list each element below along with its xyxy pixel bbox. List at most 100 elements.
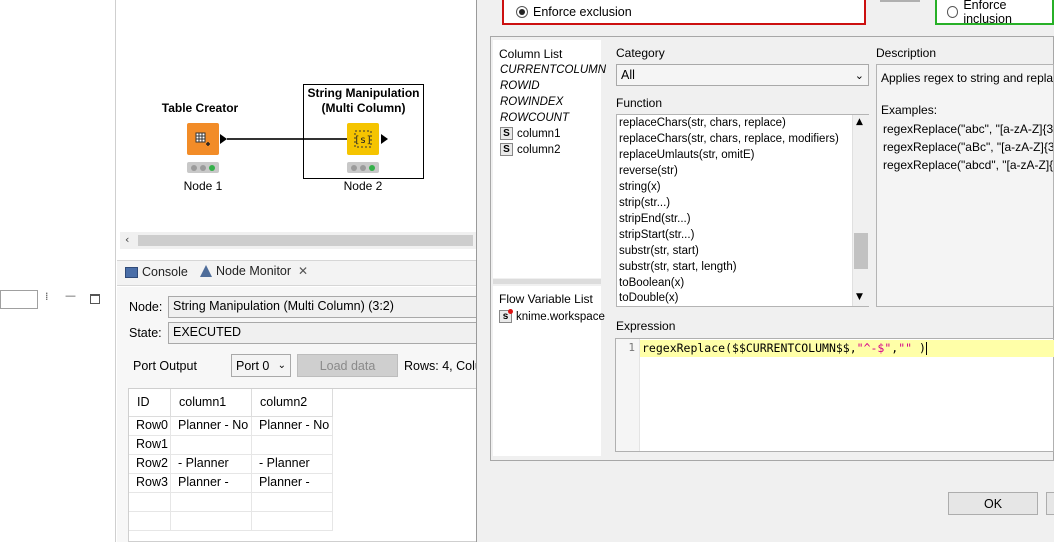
table-row[interactable]: Row3 xyxy=(129,474,171,493)
function-item[interactable]: substr(str, start, length) xyxy=(619,261,737,273)
maximize-icon[interactable] xyxy=(90,294,100,304)
search-input[interactable] xyxy=(0,290,38,309)
scroll-left-icon[interactable]: ‹ xyxy=(125,233,129,246)
function-item[interactable]: string(x) xyxy=(619,181,661,193)
scroll-down-icon[interactable]: ▼ xyxy=(856,292,863,302)
function-item[interactable]: reverse(str) xyxy=(619,165,678,177)
table-row[interactable]: Row2 xyxy=(129,455,171,474)
rows-info: Rows: 4, Colu xyxy=(404,359,482,373)
splitter[interactable] xyxy=(493,279,601,284)
table-row[interactable]: Row1 xyxy=(129,436,171,455)
description-examples-label: Examples: xyxy=(881,103,938,117)
node-label: Node: xyxy=(129,300,163,314)
expression-line[interactable]: regexReplace($$CURRENTCOLUMN$$,"^-$","" … xyxy=(640,340,1054,357)
table-cell[interactable] xyxy=(171,436,252,455)
category-select[interactable]: All ⌄ xyxy=(616,64,869,86)
tab-console-label: Console xyxy=(142,265,188,279)
flow-variable-item[interactable]: s knime.workspace xyxy=(499,309,605,323)
port-select[interactable]: Port 0 ⌄ xyxy=(231,354,291,377)
table-header-id[interactable]: ID xyxy=(129,389,171,417)
string-type-icon: S xyxy=(500,143,513,156)
function-item[interactable]: strip(str...) xyxy=(619,197,670,209)
flow-variable-panel: Flow Variable List s knime.workspace xyxy=(493,286,605,456)
table-row[interactable]: Row0 xyxy=(129,417,171,436)
node2-label: Node 2 xyxy=(343,179,383,193)
port-output-label: Port Output xyxy=(133,359,197,373)
table-cell[interactable]: Planner - No xyxy=(171,417,252,436)
table-empty-row xyxy=(129,493,171,512)
description-example: regexReplace("abcd", "[a-zA-Z]{3 xyxy=(883,158,1054,172)
description-label: Description xyxy=(876,46,937,60)
string-manipulation-node[interactable]: [s] xyxy=(347,123,379,155)
column-list-item[interactable]: CURRENTCOLUMN xyxy=(500,64,606,76)
divider xyxy=(880,0,920,2)
node1-label: Node 1 xyxy=(183,179,223,193)
expression-label: Expression xyxy=(616,319,676,333)
output-table: ID column1 column2 Row0 Planner - No Pla… xyxy=(128,388,478,542)
tab-node-monitor[interactable]: Node Monitor ✕ xyxy=(200,264,308,278)
function-item[interactable]: replaceChars(str, chars, replace) xyxy=(619,117,786,129)
column-list-item[interactable]: ROWCOUNT xyxy=(500,112,569,124)
enforce-inclusion-option[interactable]: Enforce inclusion xyxy=(935,0,1054,26)
svg-text:[s]: [s] xyxy=(354,135,372,146)
flow-variable-label: Flow Variable List xyxy=(499,292,593,306)
bottom-tab-bar: Console Node Monitor ✕ xyxy=(117,260,477,286)
enforce-inclusion-radio[interactable] xyxy=(947,5,959,18)
column-list-item[interactable]: ROWINDEX xyxy=(500,96,563,108)
function-item[interactable]: replaceUmlauts(str, omitE) xyxy=(619,149,754,161)
table-cell[interactable]: Planner - xyxy=(171,474,252,493)
expression-editor[interactable]: 1 regexReplace($$CURRENTCOLUMN$$,"^-$","… xyxy=(615,338,1054,452)
function-item[interactable]: stripStart(str...) xyxy=(619,229,694,241)
table-cell[interactable]: Planner - xyxy=(252,474,333,493)
column-list-item[interactable]: Scolumn1 xyxy=(500,127,560,140)
tab-console[interactable]: Console xyxy=(125,265,188,279)
enforce-exclusion-option[interactable]: Enforce exclusion xyxy=(502,0,866,25)
table-cell[interactable]: - Planner xyxy=(252,455,333,474)
node-field: String Manipulation (Multi Column) (3:2) xyxy=(168,296,477,318)
chevron-down-icon: ⌄ xyxy=(277,360,286,371)
node1-output-port[interactable] xyxy=(220,134,227,144)
description-example: regexReplace("aBc", "[a-zA-Z]{3} xyxy=(883,140,1054,154)
minimize-icon[interactable]: — xyxy=(65,289,76,302)
state-field: EXECUTED xyxy=(168,322,477,344)
enforce-inclusion-label: Enforce inclusion xyxy=(963,0,1012,26)
close-icon[interactable]: ✕ xyxy=(298,264,308,278)
drag-handle-icon[interactable]: ⁞ xyxy=(45,290,49,303)
state-label: State: xyxy=(129,326,162,340)
scrollbar-thumb[interactable] xyxy=(854,233,868,269)
column-list-item[interactable]: ROWID xyxy=(500,80,540,92)
ok-button[interactable]: OK xyxy=(948,492,1038,515)
enforce-exclusion-radio[interactable] xyxy=(516,5,528,18)
node2-title: String Manipulation (Multi Column) xyxy=(307,86,420,115)
column-list-label: Column List xyxy=(499,47,563,61)
expression-close: ) xyxy=(912,341,926,355)
expression-argument: $$CURRENTCOLUMN$$, xyxy=(732,341,857,355)
function-list-scrollbar[interactable]: ▲ ▼ xyxy=(852,115,869,306)
node1-title: Table Creator xyxy=(161,101,239,115)
text-cursor xyxy=(925,342,927,355)
function-label: Function xyxy=(616,96,663,110)
table-cell[interactable]: Planner - No xyxy=(252,417,333,436)
flow-variable-icon: s xyxy=(499,309,513,323)
function-item[interactable]: replaceChars(str, chars, replace, modifi… xyxy=(619,133,839,145)
scrollbar-thumb[interactable] xyxy=(138,235,473,246)
cancel-button-partial[interactable] xyxy=(1046,492,1054,515)
table-cell[interactable] xyxy=(252,436,333,455)
function-item[interactable]: toBoolean(x) xyxy=(619,277,684,289)
canvas-horizontal-scrollbar[interactable]: ‹ xyxy=(120,232,477,249)
column-list-panel: Column List CURRENTCOLUMN ROWID ROWINDEX… xyxy=(493,40,606,278)
table-creator-node[interactable] xyxy=(187,123,219,155)
load-data-button[interactable]: Load data xyxy=(297,354,398,377)
console-icon xyxy=(125,266,138,278)
scroll-up-icon[interactable]: ▲ xyxy=(856,117,863,127)
function-item[interactable]: substr(str, start) xyxy=(619,245,699,257)
table-header-column1[interactable]: column1 xyxy=(171,389,252,417)
function-item[interactable]: toDouble(x) xyxy=(619,292,678,304)
table-cell[interactable]: - Planner xyxy=(171,455,252,474)
warning-triangle-icon xyxy=(200,265,212,277)
column-list-item[interactable]: Scolumn2 xyxy=(500,143,560,156)
function-item[interactable]: stripEnd(str...) xyxy=(619,213,691,225)
node2-output-port[interactable] xyxy=(381,134,388,144)
table-header-column2[interactable]: column2 xyxy=(252,389,333,417)
expression-replacement: "" xyxy=(898,341,913,355)
